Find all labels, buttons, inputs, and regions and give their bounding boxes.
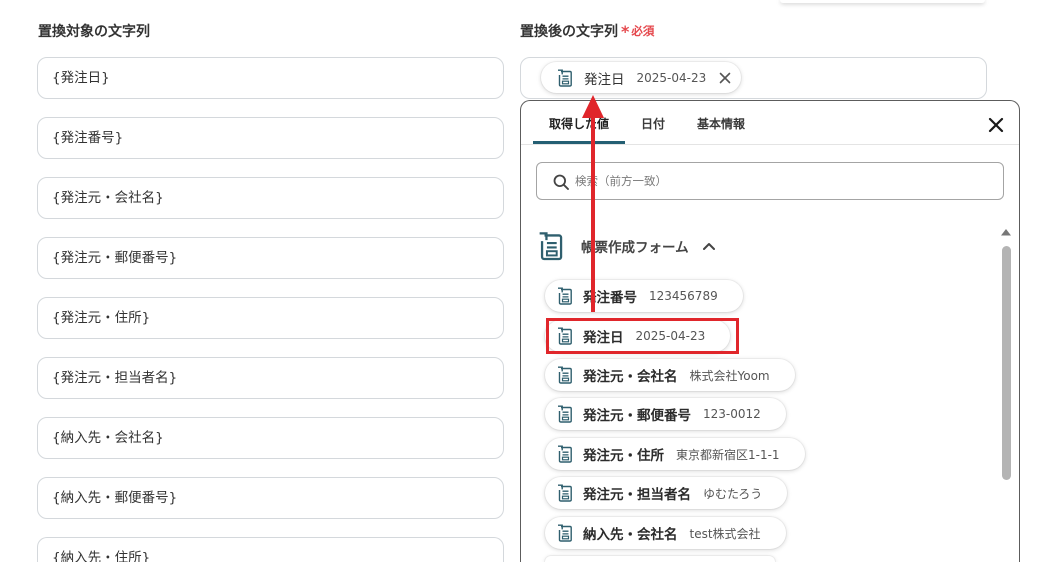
chip-value: 2025-04-23 [636, 70, 707, 85]
form-document-icon [557, 69, 573, 87]
source-string-field[interactable]: {発注元・郵便番号} [37, 237, 504, 279]
field-value: {発注元・住所} [52, 310, 151, 326]
source-string-field[interactable]: {発注元・会社名} [37, 177, 504, 219]
scrollbar[interactable] [1000, 218, 1013, 562]
source-string-field[interactable]: {納入先・会社名} [37, 417, 504, 459]
required-mark: * [621, 21, 630, 41]
tab-label: 取得した値 [549, 116, 610, 131]
chevron-up-icon[interactable] [702, 242, 715, 250]
source-string-field[interactable]: {発注元・住所} [37, 297, 504, 339]
field-value: {発注日} [52, 70, 110, 86]
source-string-field[interactable]: {納入先・郵便番号} [37, 477, 504, 519]
item-value: ゆむたろう [703, 486, 763, 501]
field-value: {発注番号} [52, 130, 124, 146]
list-item-partial[interactable] [545, 556, 775, 562]
field-value: {納入先・会社名} [52, 430, 164, 446]
form-document-icon [557, 445, 573, 463]
source-string-field[interactable]: {発注番号} [37, 117, 504, 159]
list-item[interactable]: 納入先・会社名 test株式会社 [545, 517, 786, 549]
acquired-values-list: 帳票作成フォーム 発注番号 123456789 発注日 2025-04-23 発… [521, 218, 999, 562]
form-document-icon [557, 484, 573, 502]
form-document-icon [538, 231, 564, 261]
tab-label: 日付 [641, 116, 666, 131]
section-title: 帳票作成フォーム [581, 240, 689, 256]
item-label: 納入先・会社名 [583, 527, 678, 543]
close-icon[interactable] [988, 117, 1004, 133]
source-string-field[interactable]: {発注元・担当者名} [37, 357, 504, 399]
list-item[interactable]: 発注番号 123456789 [545, 280, 743, 312]
item-label: 発注番号 [583, 290, 637, 306]
replacement-string-heading-text: 置換後の文字列 [520, 24, 618, 40]
scroll-up-arrow-icon[interactable] [1001, 228, 1011, 236]
selected-value-chip[interactable]: 発注日 2025-04-23 [541, 62, 742, 93]
field-value: {発注元・担当者名} [52, 370, 178, 386]
required-label: 必須 [631, 24, 655, 38]
chip-label: 発注日 [584, 71, 625, 88]
highlight-box [546, 318, 739, 354]
source-string-field[interactable]: {納入先・住所} [37, 537, 504, 562]
item-value: 123456789 [649, 289, 718, 303]
form-document-icon [557, 405, 573, 423]
form-document-icon [557, 524, 573, 542]
item-value: 東京都新宿区1-1-1 [676, 447, 780, 462]
list-item[interactable]: 発注元・住所 東京都新宿区1-1-1 [545, 438, 805, 470]
item-value: 株式会社Yoom [689, 368, 770, 383]
form-document-icon [557, 287, 573, 305]
scrollbar-thumb[interactable] [1002, 246, 1011, 480]
source-strings-heading-text: 置換対象の文字列 [38, 24, 150, 40]
tab-acquired-values[interactable]: 取得した値 [533, 101, 626, 144]
picker-tabs: 取得した値 日付 基本情報 [521, 101, 1019, 145]
list-item[interactable]: 発注元・会社名 株式会社Yoom [545, 359, 795, 391]
replacement-string-input[interactable]: 発注日 2025-04-23 [520, 57, 987, 99]
popover-edge [780, 0, 985, 3]
field-value: {発注元・郵便番号} [52, 250, 178, 266]
source-string-field[interactable]: {発注日} [37, 57, 504, 99]
source-strings-heading: 置換対象の文字列 [38, 21, 150, 41]
field-value: {納入先・住所} [52, 550, 151, 562]
search-icon [553, 174, 569, 190]
field-value: {納入先・郵便番号} [52, 490, 178, 506]
item-label: 発注元・郵便番号 [583, 408, 691, 424]
replacement-string-heading: 置換後の文字列 * 必須 [520, 21, 654, 41]
form-document-icon [557, 366, 573, 384]
item-value: 123-0012 [703, 407, 761, 421]
section-header[interactable]: 帳票作成フォーム [538, 231, 715, 261]
tab-date[interactable]: 日付 [625, 101, 681, 144]
field-value: {発注元・会社名} [52, 190, 164, 206]
item-label: 発注元・住所 [583, 448, 664, 464]
item-label: 発注元・会社名 [583, 369, 678, 385]
close-icon[interactable] [719, 72, 731, 84]
list-item[interactable]: 発注元・担当者名 ゆむたろう [545, 477, 788, 509]
search-placeholder: 検索（前方一致） [575, 174, 667, 188]
item-value: test株式会社 [689, 526, 761, 541]
tab-basic-info[interactable]: 基本情報 [681, 101, 761, 144]
item-label: 発注元・担当者名 [583, 487, 691, 503]
list-item[interactable]: 発注元・郵便番号 123-0012 [545, 398, 786, 430]
search-input[interactable]: 検索（前方一致） [536, 162, 1004, 200]
tab-label: 基本情報 [697, 116, 746, 131]
